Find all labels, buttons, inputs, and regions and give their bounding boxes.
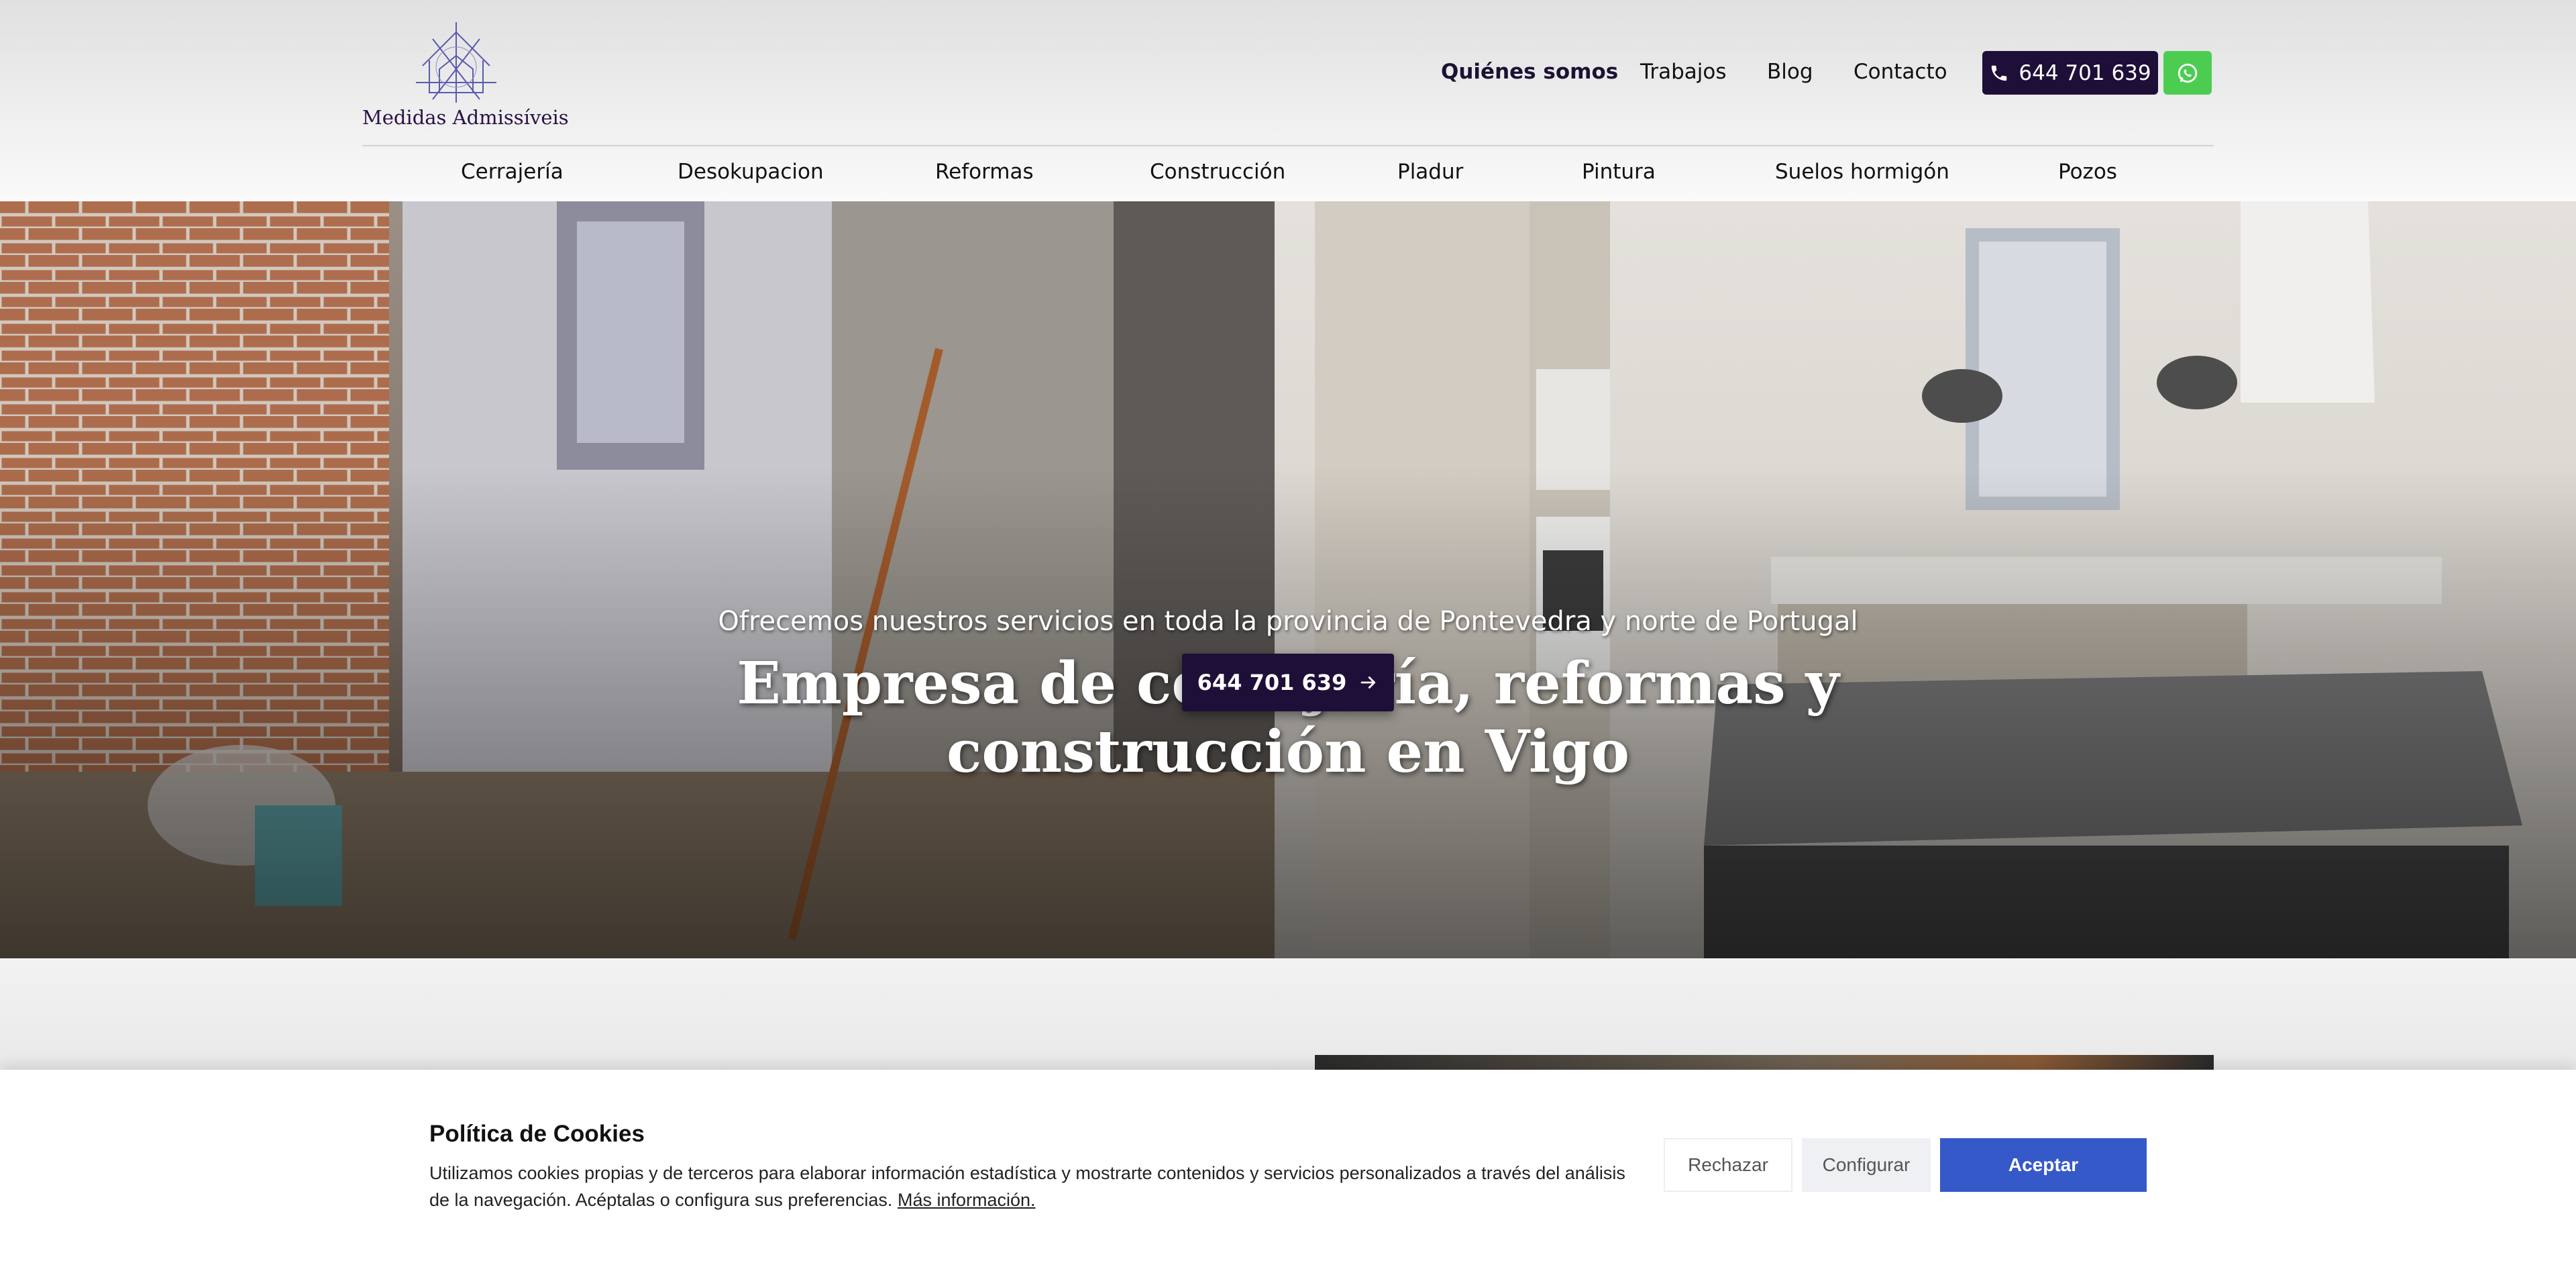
- cookie-more-info-link[interactable]: Más información.: [898, 1190, 1036, 1210]
- header-phone-button[interactable]: 644 701 639: [1982, 51, 2158, 95]
- service-cerrajeria[interactable]: Cerrajería: [461, 160, 564, 184]
- logo[interactable]: Medidas Admissíveis: [362, 19, 569, 130]
- house-logo-icon: [416, 22, 496, 103]
- cookie-configure-button[interactable]: Configurar: [1802, 1138, 1931, 1192]
- hero-call-label: 644 701 639: [1197, 670, 1347, 695]
- cookie-accept-button[interactable]: Aceptar: [1940, 1138, 2147, 1192]
- header-divider: [362, 145, 2214, 146]
- arrow-right-icon: [1360, 676, 1376, 689]
- hero-section: Empresa de cerrajería, reformas y constr…: [0, 201, 2576, 958]
- service-reformas[interactable]: Reformas: [935, 160, 1034, 184]
- header-phone-number: 644 701 639: [2019, 60, 2151, 85]
- service-pozos[interactable]: Pozos: [2058, 160, 2117, 184]
- logo-text: Medidas Admissíveis: [362, 106, 569, 129]
- cookie-reject-button[interactable]: Rechazar: [1664, 1138, 1792, 1192]
- whatsapp-button[interactable]: [2163, 51, 2212, 95]
- nav-trabajos[interactable]: Trabajos: [1640, 60, 1727, 84]
- phone-icon: [1992, 65, 2007, 81]
- cookie-title: Política de Cookies: [429, 1121, 645, 1147]
- service-pladur[interactable]: Pladur: [1397, 160, 1463, 184]
- nav-blog[interactable]: Blog: [1767, 60, 1813, 84]
- hero-call-button[interactable]: 644 701 639: [1182, 654, 1394, 711]
- nav-quienes-somos[interactable]: Quiénes somos: [1441, 60, 1618, 84]
- whatsapp-icon: [2178, 63, 2198, 83]
- cookie-text: Utilizamos cookies propias y de terceros…: [429, 1160, 1630, 1213]
- hero-subtitle: Ofrecemos nuestros servicios en toda la …: [718, 606, 1858, 637]
- nav-contacto[interactable]: Contacto: [1854, 60, 1947, 84]
- cookie-banner: Política de Cookies Utilizamos cookies p…: [0, 1070, 2576, 1263]
- hero-background-image: [0, 201, 2576, 958]
- site-header: Medidas Admissíveis Quiénes somos Trabaj…: [0, 0, 2576, 201]
- service-construccion[interactable]: Construcción: [1150, 160, 1285, 184]
- service-suelos-hormigon[interactable]: Suelos hormigón: [1775, 160, 1949, 184]
- service-pintura[interactable]: Pintura: [1582, 160, 1656, 184]
- service-desokupacion[interactable]: Desokupacion: [678, 160, 824, 184]
